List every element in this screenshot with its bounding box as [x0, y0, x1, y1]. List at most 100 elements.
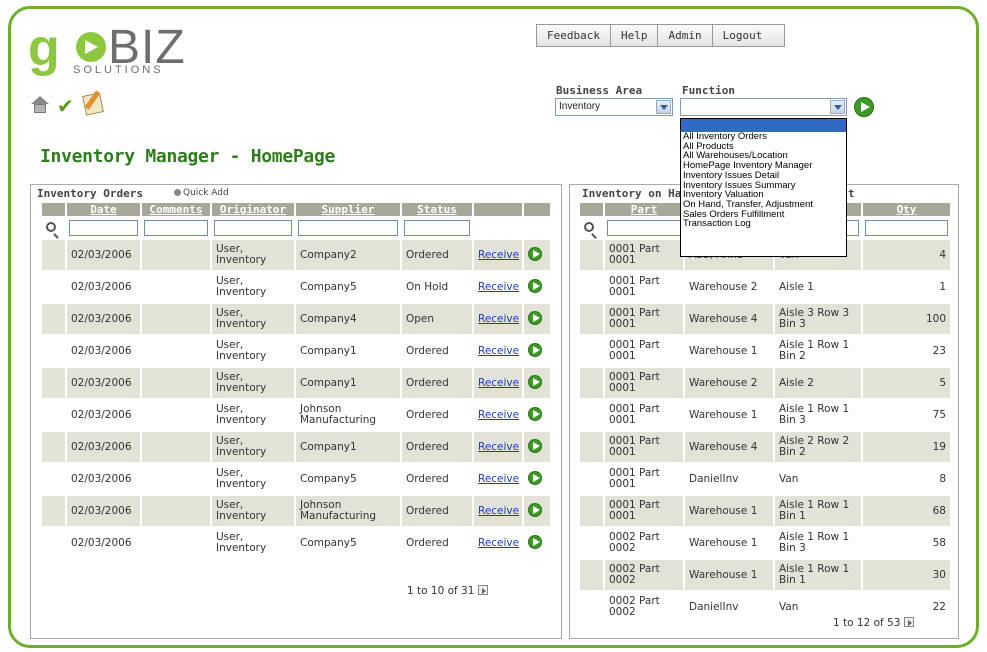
go-arrow-icon[interactable] — [528, 374, 542, 389]
column-header-originator[interactable]: Originator — [210, 201, 296, 218]
order-date: 02/03/2006 — [65, 494, 142, 528]
order-status: Ordered — [400, 238, 474, 272]
onhand-warehouse: Warehouse 4 — [683, 302, 775, 336]
receive-link[interactable]: Receive — [478, 473, 519, 485]
table-row[interactable]: 0002 Part 0002 Warehouse 1 Aisle 1 Row 1… — [578, 526, 952, 560]
onhand-pager-text: 1 to 12 of 53 — [833, 617, 901, 629]
go-arrow-icon[interactable] — [854, 97, 874, 117]
order-status: Ordered — [400, 430, 474, 464]
table-row[interactable]: 0001 Part 0001 DanielInv Van 8 — [578, 462, 952, 496]
dropdown-item[interactable]: Transaction Log — [681, 219, 846, 229]
go-arrow-icon[interactable] — [528, 406, 542, 421]
onhand-location: Van — [773, 462, 863, 496]
filter-part-input[interactable] — [607, 220, 681, 236]
onhand-qty: 68 — [861, 494, 952, 528]
chevron-down-icon[interactable] — [656, 100, 671, 114]
edit-notepad-icon[interactable] — [82, 90, 106, 116]
order-originator: User, Inventory — [210, 366, 296, 400]
go-arrow-icon[interactable] — [528, 438, 542, 453]
table-row[interactable]: 0001 Part 0001 Warehouse 4 Aisle 3 Row 3… — [578, 302, 952, 336]
order-originator: User, Inventory — [210, 270, 296, 304]
go-arrow-icon[interactable] — [528, 310, 542, 325]
order-supplier: Johnson Manufacturing — [294, 494, 402, 528]
checkmark-icon[interactable]: ✔ — [57, 94, 74, 118]
onhand-qty: 75 — [861, 398, 952, 432]
receive-link[interactable]: Receive — [478, 441, 519, 453]
order-supplier: Company5 — [294, 526, 402, 560]
table-row[interactable]: 0001 Part 0001 Warehouse 1 Aisle 1 Row 1… — [578, 494, 952, 528]
quick-add-link[interactable]: Quick Add — [174, 188, 229, 198]
filter-originator-input[interactable] — [214, 220, 292, 236]
function-select[interactable] — [680, 98, 847, 116]
logout-button[interactable]: Logout — [713, 25, 785, 46]
onhand-qty: 1 — [861, 270, 952, 304]
search-icon[interactable] — [46, 221, 56, 232]
column-header-qty[interactable]: Qty — [861, 201, 952, 218]
column-header-part[interactable]: Part — [603, 201, 685, 218]
column-header-supplier[interactable]: Supplier — [294, 201, 402, 218]
logo-letter-g: g — [28, 19, 60, 77]
filter-date-input[interactable] — [69, 220, 138, 236]
onhand-qty: 58 — [861, 526, 952, 560]
table-row[interactable]: 02/03/2006 User, Inventory Company1 Orde… — [40, 334, 552, 368]
receive-link[interactable]: Receive — [478, 505, 519, 517]
table-row[interactable]: 0001 Part 0001 Warehouse 2 Aisle 1 1 — [578, 270, 952, 304]
table-row[interactable]: 02/03/2006 User, Inventory Company2 Orde… — [40, 238, 552, 272]
receive-link[interactable]: Receive — [478, 377, 519, 389]
admin-button[interactable]: Admin — [658, 25, 713, 46]
onhand-part: 0001 Part 0001 — [603, 430, 685, 464]
filter-comments-input[interactable] — [144, 220, 208, 236]
column-header-date[interactable]: Date — [65, 201, 142, 218]
filter-supplier-input[interactable] — [298, 220, 398, 236]
table-row[interactable]: 02/03/2006 User, Inventory Company5 On H… — [40, 270, 552, 304]
order-comments — [140, 430, 212, 464]
help-button[interactable]: Help — [611, 25, 659, 46]
table-row[interactable]: 02/03/2006 User, Inventory Company1 Orde… — [40, 366, 552, 400]
table-row[interactable]: 02/03/2006 User, Inventory Company4 Open… — [40, 302, 552, 336]
table-row[interactable]: 02/03/2006 User, Inventory Johnson Manuf… — [40, 398, 552, 432]
column-header-status[interactable]: Status — [400, 201, 474, 218]
filter-search-cell — [40, 216, 67, 240]
onhand-qty: 30 — [861, 558, 952, 592]
table-row[interactable]: 0002 Part 0002 Warehouse 1 Aisle 1 Row 1… — [578, 558, 952, 592]
filter-status-input[interactable] — [404, 220, 470, 236]
business-area-select[interactable]: Inventory — [555, 98, 673, 116]
onhand-location: Aisle 1 Row 1 Bin 3 — [773, 398, 863, 432]
order-date: 02/03/2006 — [65, 334, 142, 368]
table-row[interactable]: 0001 Part 0001 Warehouse 1 Aisle 1 Row 1… — [578, 398, 952, 432]
go-arrow-icon[interactable] — [528, 534, 542, 549]
go-arrow-icon[interactable] — [528, 246, 542, 261]
feedback-button[interactable]: Feedback — [537, 25, 611, 46]
onhand-warehouse: Warehouse 1 — [683, 558, 775, 592]
receive-link[interactable]: Receive — [478, 281, 519, 293]
chevron-down-icon[interactable] — [830, 100, 845, 114]
table-row[interactable]: 0001 Part 0001 Warehouse 4 Aisle 2 Row 2… — [578, 430, 952, 464]
filter-qty-input[interactable] — [865, 220, 948, 236]
receive-link[interactable]: Receive — [478, 537, 519, 549]
receive-link[interactable]: Receive — [478, 313, 519, 325]
table-row[interactable]: 02/03/2006 User, Inventory Company5 Orde… — [40, 462, 552, 496]
go-arrow-icon[interactable] — [528, 502, 542, 517]
next-page-icon[interactable] — [904, 617, 915, 627]
go-arrow-icon[interactable] — [528, 342, 542, 357]
column-spacer — [578, 201, 605, 218]
table-row[interactable]: 0001 Part 0001 Warehouse 1 Aisle 1 Row 1… — [578, 334, 952, 368]
receive-link[interactable]: Receive — [478, 345, 519, 357]
table-row[interactable]: 02/03/2006 User, Inventory Company5 Orde… — [40, 526, 552, 560]
receive-link[interactable]: Receive — [478, 409, 519, 421]
order-status: Ordered — [400, 334, 474, 368]
go-arrow-icon[interactable] — [528, 470, 542, 485]
column-header-comments[interactable]: Comments — [140, 201, 212, 218]
onhand-location: Aisle 1 Row 1 Bin 1 — [773, 558, 863, 592]
table-row[interactable]: 0001 Part 0001 Warehouse 2 Aisle 2 5 — [578, 366, 952, 400]
go-arrow-icon[interactable] — [528, 278, 542, 293]
home-icon[interactable] — [31, 96, 49, 114]
table-row[interactable]: 02/03/2006 User, Inventory Johnson Manuf… — [40, 494, 552, 528]
onhand-qty: 8 — [861, 462, 952, 496]
order-originator: User, Inventory — [210, 430, 296, 464]
table-row[interactable]: 02/03/2006 User, Inventory Company1 Orde… — [40, 430, 552, 464]
search-icon[interactable] — [584, 221, 594, 232]
function-dropdown-list[interactable]: All Inventory Orders All Products All Wa… — [680, 118, 847, 257]
receive-link[interactable]: Receive — [478, 249, 519, 261]
next-page-icon[interactable] — [478, 585, 489, 595]
